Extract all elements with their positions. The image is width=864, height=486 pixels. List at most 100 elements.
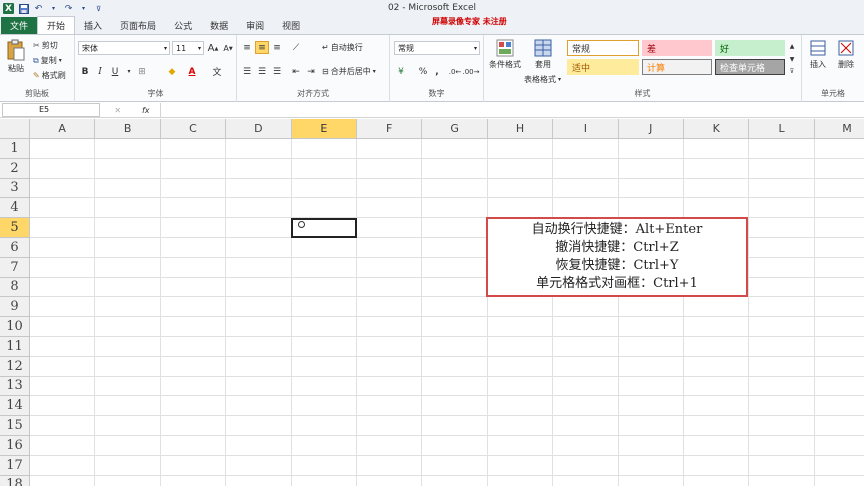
row-header[interactable]: 16 [0, 436, 30, 456]
undo-icon[interactable]: ↶ [33, 3, 44, 14]
style-normal[interactable]: 常规 [567, 40, 639, 56]
tab-home[interactable]: 开始 [37, 16, 76, 34]
styles-scroll-up-icon[interactable]: ▲ [787, 40, 797, 53]
select-all-corner[interactable] [0, 119, 30, 139]
row-header[interactable]: 15 [0, 416, 30, 436]
row-header[interactable]: 2 [0, 158, 30, 179]
column-header[interactable]: F [357, 119, 423, 139]
insert-cells-button[interactable]: 插入 [806, 39, 830, 70]
column-header[interactable]: A [30, 119, 96, 139]
grid-line [30, 157, 864, 159]
style-good[interactable]: 好 [715, 40, 785, 56]
column-header[interactable]: H [487, 119, 554, 139]
row-header[interactable]: 1 [0, 139, 30, 159]
row-header[interactable]: 18 [0, 475, 30, 486]
redo-icon[interactable]: ↷ [63, 3, 74, 14]
column-header[interactable]: E [291, 119, 357, 139]
spreadsheet-grid[interactable]: A B C D E F G H I J K L M 1 2 3 4 5 6 7 8 9 10 11 12 13 14 15 16 17 18 [0, 119, 864, 486]
cancel-icon[interactable]: ✕ [114, 106, 121, 115]
row-header[interactable]: 3 [0, 178, 30, 199]
style-bad[interactable]: 差 [642, 40, 712, 56]
underline-button[interactable]: U [108, 65, 122, 78]
customize-toolbar-icon[interactable]: ⊽ [93, 3, 104, 14]
italic-button[interactable]: I [93, 65, 107, 78]
bold-button[interactable]: B [78, 65, 92, 78]
row-header[interactable]: 17 [0, 455, 30, 476]
decrease-decimal-icon[interactable]: .00→ [463, 65, 480, 78]
column-header[interactable]: B [95, 119, 161, 139]
tab-file[interactable]: 文件 [1, 17, 38, 34]
wrap-text-button[interactable]: ↵ 自动换行 [322, 42, 363, 53]
grow-font-button[interactable]: A ▲ [206, 42, 220, 55]
font-name-combo[interactable]: 宋体 ▾ [78, 41, 170, 55]
align-left-icon[interactable]: ☰ [240, 65, 254, 78]
orientation-icon[interactable]: ⟋ [289, 41, 303, 54]
column-header[interactable]: I [553, 119, 619, 139]
format-as-table-button[interactable]: 套用 [528, 39, 558, 70]
font-group: 宋体 ▾ 11 ▾ A ▲ A ▼ B I U ▾ ⊞ ◆ A 文 字体 [75, 35, 237, 102]
phonetic-icon[interactable]: 文 [210, 65, 224, 78]
delete-cells-button[interactable]: 删除 [834, 39, 858, 70]
row-header[interactable]: 6 [0, 238, 30, 258]
align-right-icon[interactable]: ☰ [270, 65, 284, 78]
undo-dropdown-icon[interactable]: ▾ [48, 3, 59, 14]
currency-icon[interactable]: ¥ [394, 65, 408, 78]
copy-button[interactable]: ⧉ 复制 ▾ [33, 55, 62, 66]
format-painter-button[interactable]: ✎ 格式刷 [33, 70, 66, 81]
merge-center-button[interactable]: ⊟ 合并后居中 ▾ [322, 66, 376, 77]
format-as-table-sub[interactable]: 表格格式 ▾ [524, 74, 561, 85]
row-header[interactable]: 9 [0, 297, 30, 318]
underline-dropdown-icon[interactable]: ▾ [122, 65, 136, 78]
row-header[interactable]: 4 [0, 198, 30, 219]
row-header[interactable]: 10 [0, 317, 30, 337]
cut-button[interactable]: ✂ 剪切 [33, 40, 58, 51]
row-header[interactable]: 12 [0, 356, 30, 377]
align-bottom-icon[interactable]: ≡ [270, 41, 284, 54]
increase-decimal-icon[interactable]: .0← [448, 65, 462, 78]
save-icon[interactable] [18, 3, 29, 14]
column-header[interactable]: K [684, 119, 750, 139]
styles-more-icon[interactable]: ⊽ [787, 65, 797, 78]
excel-logo-icon[interactable]: X [3, 3, 14, 14]
row-header[interactable]: 13 [0, 376, 30, 397]
border-icon[interactable]: ⊞ [135, 65, 149, 78]
increase-indent-icon[interactable]: ⇥ [304, 65, 318, 78]
conditional-format-button[interactable]: 条件格式 [487, 39, 523, 70]
row-header[interactable]: 11 [0, 337, 30, 357]
column-header[interactable]: D [226, 119, 292, 139]
tab-data[interactable]: 数据 [201, 17, 237, 34]
column-header[interactable]: L [749, 119, 815, 139]
tab-formulas[interactable]: 公式 [165, 17, 201, 34]
paste-button[interactable]: 粘贴 [4, 39, 28, 74]
tab-view[interactable]: 视图 [273, 17, 309, 34]
font-color-icon[interactable]: A [185, 65, 199, 78]
tab-review[interactable]: 审阅 [237, 17, 273, 34]
align-middle-icon[interactable]: ≡ [255, 41, 269, 54]
row-header[interactable]: 14 [0, 396, 30, 417]
tab-page-layout[interactable]: 页面布局 [111, 17, 165, 34]
column-header[interactable]: M [814, 119, 864, 139]
column-header[interactable]: G [422, 119, 488, 139]
percent-button[interactable]: % [416, 65, 430, 78]
fill-color-icon[interactable]: ◆ [165, 65, 179, 78]
name-box[interactable]: E5 [2, 103, 100, 117]
tab-insert[interactable]: 插入 [75, 17, 111, 34]
row-header[interactable]: 7 [0, 257, 30, 278]
formula-input[interactable] [160, 103, 860, 117]
shrink-font-button[interactable]: A ▼ [221, 42, 235, 55]
align-top-icon[interactable]: ≡ [240, 41, 254, 54]
fx-icon[interactable]: fx [142, 106, 150, 115]
row-header[interactable]: 8 [0, 277, 30, 298]
font-size-combo[interactable]: 11 ▾ [172, 41, 204, 55]
column-header[interactable]: J [618, 119, 684, 139]
redo-dropdown-icon[interactable]: ▾ [78, 3, 89, 14]
row-header[interactable]: 5 [0, 218, 30, 238]
decrease-indent-icon[interactable]: ⇤ [289, 65, 303, 78]
comma-button[interactable]: , [430, 65, 444, 78]
align-center-icon[interactable]: ☰ [255, 65, 269, 78]
style-check-cell[interactable]: 检查单元格 [715, 59, 785, 75]
style-neutral[interactable]: 适中 [567, 59, 639, 75]
column-header[interactable]: C [160, 119, 227, 139]
number-format-combo[interactable]: 常规 ▾ [394, 41, 480, 55]
style-calculation[interactable]: 计算 [642, 59, 712, 75]
